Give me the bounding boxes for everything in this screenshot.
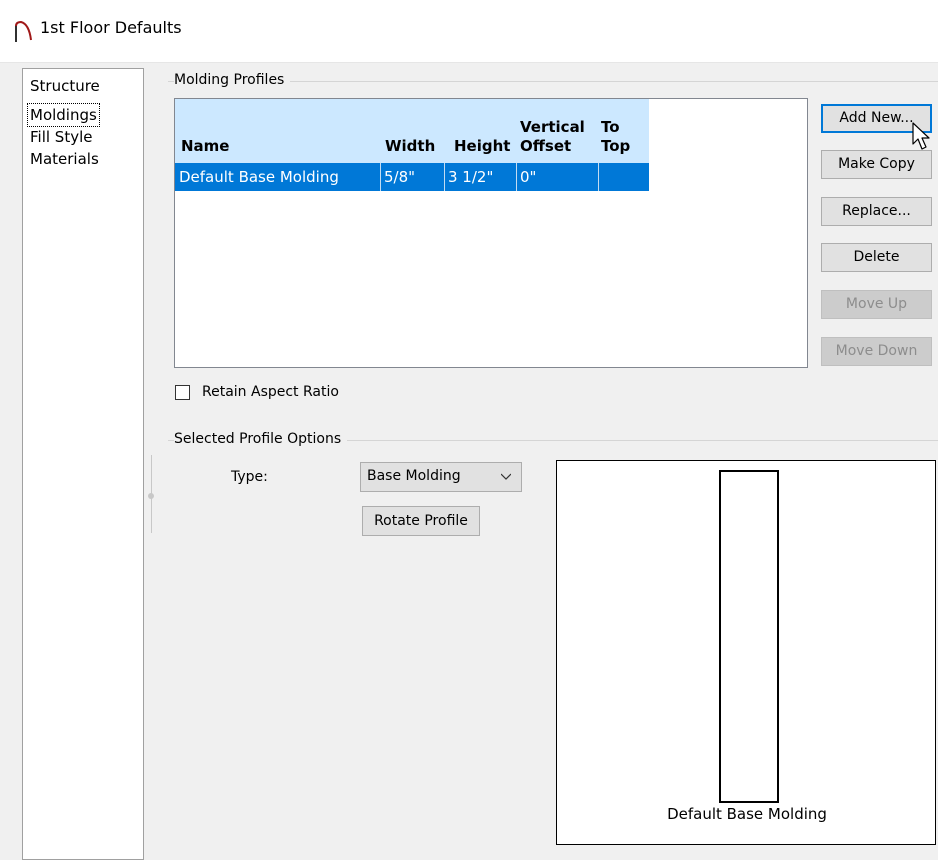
retain-aspect-ratio-checkbox[interactable] xyxy=(175,385,190,400)
table-row[interactable]: Default Base Molding 5/8" 3 1/2" 0" xyxy=(175,163,649,191)
nav-item-structure[interactable]: Structure xyxy=(28,75,102,97)
make-copy-button[interactable]: Make Copy xyxy=(821,150,932,179)
type-select-value: Base Molding xyxy=(367,468,461,484)
chevron-down-icon xyxy=(501,473,511,480)
column-header-width[interactable]: Width xyxy=(385,137,435,156)
molding-profiles-list[interactable]: Name Width Height Vertical Offset To Top… xyxy=(174,98,808,368)
cell-vertical-offset: 0" xyxy=(520,168,537,186)
nav-item-moldings[interactable]: Moldings xyxy=(27,103,100,127)
list-header: Name Width Height Vertical Offset To Top xyxy=(175,99,649,163)
retain-aspect-ratio-label[interactable]: Retain Aspect Ratio xyxy=(202,384,339,400)
profile-preview-label: Default Base Molding xyxy=(667,805,827,823)
nav-item-materials[interactable]: Materials xyxy=(28,148,101,170)
cell-name: Default Base Molding xyxy=(179,168,339,186)
type-label: Type: xyxy=(231,469,268,485)
cell-to-top xyxy=(598,163,649,191)
move-down-button[interactable]: Move Down xyxy=(821,337,932,366)
arrow-cursor-icon xyxy=(912,122,930,150)
cell-width: 5/8" xyxy=(384,168,416,186)
profile-preview: Default Base Molding xyxy=(556,460,936,845)
window-title: 1st Floor Defaults xyxy=(40,18,182,37)
column-header-height[interactable]: Height xyxy=(454,137,510,156)
molding-profiles-group-label: Molding Profiles xyxy=(174,72,291,88)
nav-item-fill-style[interactable]: Fill Style xyxy=(28,126,94,148)
move-up-button[interactable]: Move Up xyxy=(821,290,932,319)
column-header-to-top[interactable]: To Top xyxy=(601,118,633,156)
cell-height: 3 1/2" xyxy=(448,168,494,186)
delete-button[interactable]: Delete xyxy=(821,243,932,272)
splitter-handle[interactable] xyxy=(148,493,154,499)
rotate-profile-button[interactable]: Rotate Profile xyxy=(362,506,480,536)
column-header-vertical-offset[interactable]: Vertical Offset xyxy=(520,118,592,156)
type-select[interactable]: Base Molding xyxy=(360,462,522,492)
selected-profile-options-group-label: Selected Profile Options xyxy=(174,431,348,447)
molding-profile-icon xyxy=(15,20,32,42)
replace-button[interactable]: Replace... xyxy=(821,197,932,226)
column-header-name[interactable]: Name xyxy=(181,137,229,156)
title-bar: 1st Floor Defaults xyxy=(0,0,938,63)
category-list[interactable]: Structure Moldings Fill Style Materials xyxy=(22,68,144,860)
profile-preview-shape xyxy=(719,470,779,803)
